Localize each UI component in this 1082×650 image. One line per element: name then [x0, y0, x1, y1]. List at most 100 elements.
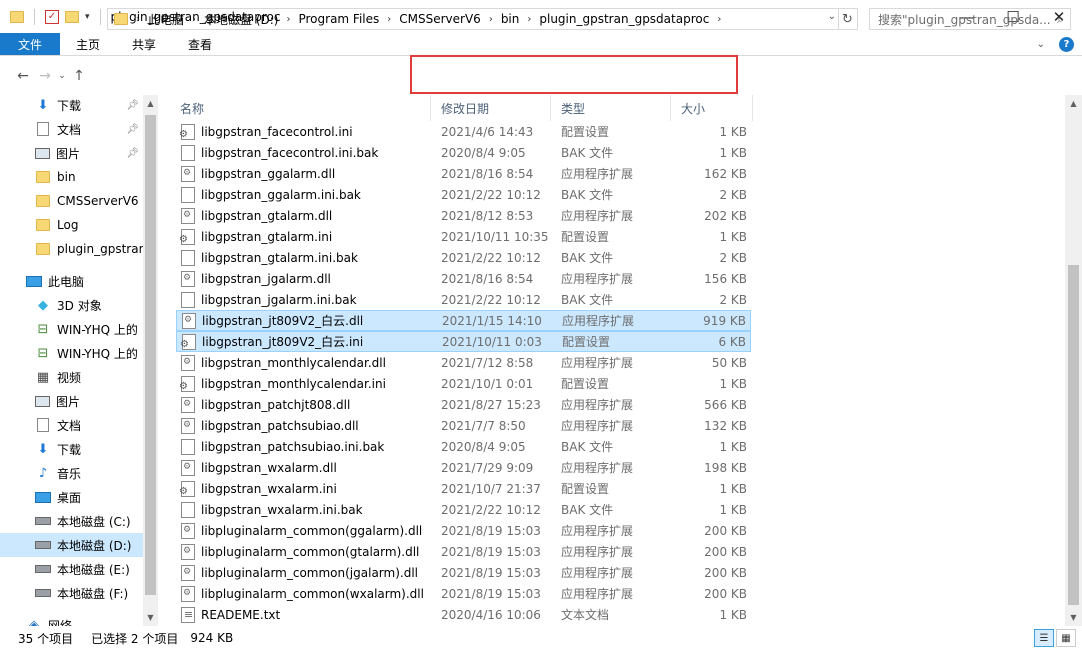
refresh-button[interactable]: ↻: [838, 8, 858, 30]
expand-ribbon-icon[interactable]: ⌄: [1037, 39, 1045, 50]
column-header-date[interactable]: 修改日期: [431, 95, 551, 121]
file-row[interactable]: libgpstran_wxalarm.ini.bak 2021/2/22 10:1…: [176, 499, 751, 520]
tab-share[interactable]: 共享: [116, 33, 172, 55]
tab-home[interactable]: 主页: [60, 33, 116, 55]
search-input[interactable]: 搜索"plugin_gpstran_gpsda... ⌕: [869, 8, 1071, 30]
file-row[interactable]: READEME.txt 2020/4/16 10:06 文本文档 1 KB: [176, 604, 751, 625]
file-list-scroll-thumb[interactable]: [1068, 265, 1079, 605]
back-button[interactable]: ←: [12, 65, 34, 87]
recent-locations-icon[interactable]: ⌄: [56, 65, 68, 87]
chevron-right-icon[interactable]: ›: [525, 14, 533, 25]
file-row[interactable]: libgpstran_monthlycalendar.ini 2021/10/1 …: [176, 373, 751, 394]
sidebar-item-3d-objects[interactable]: ◆ 3D 对象: [0, 293, 143, 317]
sidebar-item-videos[interactable]: ▦ 视频: [0, 365, 143, 389]
sidebar-item-this-pc[interactable]: 此电脑: [0, 269, 143, 293]
breadcrumb-current-folder[interactable]: plugin_gpstran_gpsdataproc: [533, 12, 715, 26]
forward-button[interactable]: →: [34, 65, 56, 87]
sidebar-item-downloads[interactable]: ⬇ 下载 📌︎: [0, 95, 143, 117]
pin-icon[interactable]: 📌︎: [126, 100, 139, 111]
breadcrumb-bin[interactable]: bin: [495, 12, 526, 26]
sidebar-item-drive-e[interactable]: 本地磁盘 (E:): [0, 557, 143, 581]
pin-icon[interactable]: 📌︎: [126, 124, 139, 135]
tab-file[interactable]: 文件: [0, 33, 61, 55]
column-header-type[interactable]: 类型: [551, 95, 671, 121]
sidebar-item-network-drive-1[interactable]: ⊟ WIN-YHQ 上的: [0, 317, 143, 341]
help-icon[interactable]: ?: [1059, 37, 1074, 52]
file-row[interactable]: libgpstran_facecontrol.ini.bak 2020/8/4 9…: [176, 142, 751, 163]
file-row[interactable]: libpluginalarm_common(jgalarm).dll 2021/8…: [176, 562, 751, 583]
tab-view[interactable]: 查看: [172, 33, 228, 55]
file-size: 2 KB: [719, 250, 747, 265]
sidebar-item-documents-2[interactable]: 文档: [0, 413, 143, 437]
new-folder-icon[interactable]: [65, 10, 79, 23]
sidebar-item-cmsserverv6[interactable]: CMSServerV6: [0, 189, 143, 213]
sidebar-item-label: 文档: [57, 122, 82, 137]
file-row[interactable]: libgpstran_facecontrol.ini 2021/4/6 14:43…: [176, 121, 751, 142]
sidebar-item-drive-f[interactable]: 本地磁盘 (F:): [0, 581, 143, 605]
file-name: libgpstran_jgalarm.ini.bak: [201, 292, 357, 307]
file-row[interactable]: libpluginalarm_common(ggalarm).dll 2021/8…: [176, 520, 751, 541]
file-row[interactable]: libgpstran_patchjt808.dll 2021/8/27 15:23…: [176, 394, 751, 415]
file-row[interactable]: libgpstran_jgalarm.ini.bak 2021/2/22 10:1…: [176, 289, 751, 310]
chevron-right-icon[interactable]: ›: [487, 14, 495, 25]
up-button[interactable]: ↑: [68, 65, 90, 87]
properties-icon[interactable]: ✓: [45, 9, 59, 24]
chevron-right-icon[interactable]: ›: [134, 14, 142, 25]
file-row[interactable]: libgpstran_patchsubiao.dll 2021/7/7 8:50 应…: [176, 415, 751, 436]
file-row[interactable]: libgpstran_patchsubiao.ini.bak 2020/8/4 9…: [176, 436, 751, 457]
chevron-right-icon[interactable]: ›: [715, 14, 723, 25]
sidebar-item-pictures[interactable]: 图片 📌︎: [0, 141, 143, 165]
sidebar-item-label: plugin_gpstran: [57, 242, 143, 256]
sidebar-scroll-thumb[interactable]: [145, 115, 156, 595]
scroll-down-icon[interactable]: ▼: [143, 609, 158, 626]
sidebar-item-log[interactable]: Log: [0, 213, 143, 237]
breadcrumb-program-files[interactable]: Program Files: [292, 12, 385, 26]
file-row[interactable]: libgpstran_ggalarm.ini.bak 2021/2/22 10:1…: [176, 184, 751, 205]
bak-file-icon: [181, 249, 195, 266]
sidebar-item-downloads-2[interactable]: ⬇ 下载: [0, 437, 143, 461]
file-row[interactable]: libgpstran_gtalarm.ini.bak 2021/2/22 10:1…: [176, 247, 751, 268]
column-header-size[interactable]: 大小: [671, 95, 753, 121]
file-row[interactable]: libpluginalarm_common(wxalarm).dll 2021/8…: [176, 583, 751, 604]
scroll-up-icon[interactable]: ▲: [1065, 95, 1082, 112]
file-row[interactable]: libgpstran_gtalarm.dll 2021/8/12 8:53 应用程序…: [176, 205, 751, 226]
breadcrumb-drive-d[interactable]: 本地磁盘 (D:): [198, 11, 284, 28]
file-row[interactable]: libpluginalarm_common(gtalarm).dll 2021/8…: [176, 541, 751, 562]
sidebar-item-drive-c[interactable]: 本地磁盘 (C:): [0, 509, 143, 533]
sidebar-item-music[interactable]: ♪ 音乐: [0, 461, 143, 485]
sidebar-item-drive-d[interactable]: 本地磁盘 (D:): [0, 533, 143, 557]
sidebar-item-network-drive-2[interactable]: ⊟ WIN-YHQ 上的: [0, 341, 143, 365]
file-row[interactable]: libgpstran_gtalarm.ini 2021/10/11 10:35 配置…: [176, 226, 751, 247]
address-bar[interactable]: › 此电脑 › 本地磁盘 (D:) › Program Files › CMSS…: [107, 8, 839, 30]
address-dropdown-icon[interactable]: ⌄: [828, 11, 836, 22]
column-header-name[interactable]: 名称 ^: [170, 95, 431, 121]
file-name-cell: libpluginalarm_common(wxalarm).dll: [181, 585, 424, 602]
chevron-right-icon[interactable]: ›: [284, 14, 292, 25]
breadcrumb-this-pc[interactable]: 此电脑: [142, 11, 190, 28]
sidebar-item-bin[interactable]: bin: [0, 165, 143, 189]
pin-icon[interactable]: 📌︎: [126, 148, 139, 159]
sidebar-item-desktop[interactable]: 桌面: [0, 485, 143, 509]
file-list-scrollbar[interactable]: ▲ ▼: [1065, 95, 1082, 626]
scroll-up-icon[interactable]: ▲: [143, 95, 158, 112]
file-row[interactable]: libgpstran_wxalarm.ini 2021/10/7 21:37 配置设…: [176, 478, 751, 499]
sidebar-scrollbar[interactable]: ▲ ▼: [143, 95, 158, 626]
chevron-right-icon[interactable]: ›: [385, 14, 393, 25]
sidebar-item-network[interactable]: ◈ 网络: [0, 613, 143, 627]
file-row[interactable]: libgpstran_jt809V2_白云.ini 2021/10/11 0:03…: [176, 331, 751, 352]
file-row[interactable]: libgpstran_jt809V2_白云.dll 2021/1/15 14:10…: [176, 310, 751, 331]
details-view-icon[interactable]: ☰: [1034, 629, 1054, 647]
file-row[interactable]: libgpstran_jgalarm.dll 2021/8/16 8:54 应用程序…: [176, 268, 751, 289]
sidebar-item-documents[interactable]: 文档 📌︎: [0, 117, 143, 141]
file-row[interactable]: libgpstran_monthlycalendar.dll 2021/7/12 …: [176, 352, 751, 373]
customize-toolbar-icon[interactable]: ▾: [85, 12, 90, 22]
sidebar-item-label: 3D 对象: [57, 298, 102, 313]
scroll-down-icon[interactable]: ▼: [1065, 609, 1082, 626]
chevron-right-icon[interactable]: ›: [190, 14, 198, 25]
sidebar-item-plugin-gpstran[interactable]: plugin_gpstran: [0, 237, 143, 261]
file-row[interactable]: libgpstran_ggalarm.dll 2021/8/16 8:54 应用程序…: [176, 163, 751, 184]
large-icons-view-icon[interactable]: ▦: [1056, 629, 1076, 647]
sidebar-item-pictures-2[interactable]: 图片: [0, 389, 143, 413]
breadcrumb-cmsserverv6[interactable]: CMSServerV6: [393, 12, 487, 26]
file-row[interactable]: libgpstran_wxalarm.dll 2021/7/29 9:09 应用程序…: [176, 457, 751, 478]
